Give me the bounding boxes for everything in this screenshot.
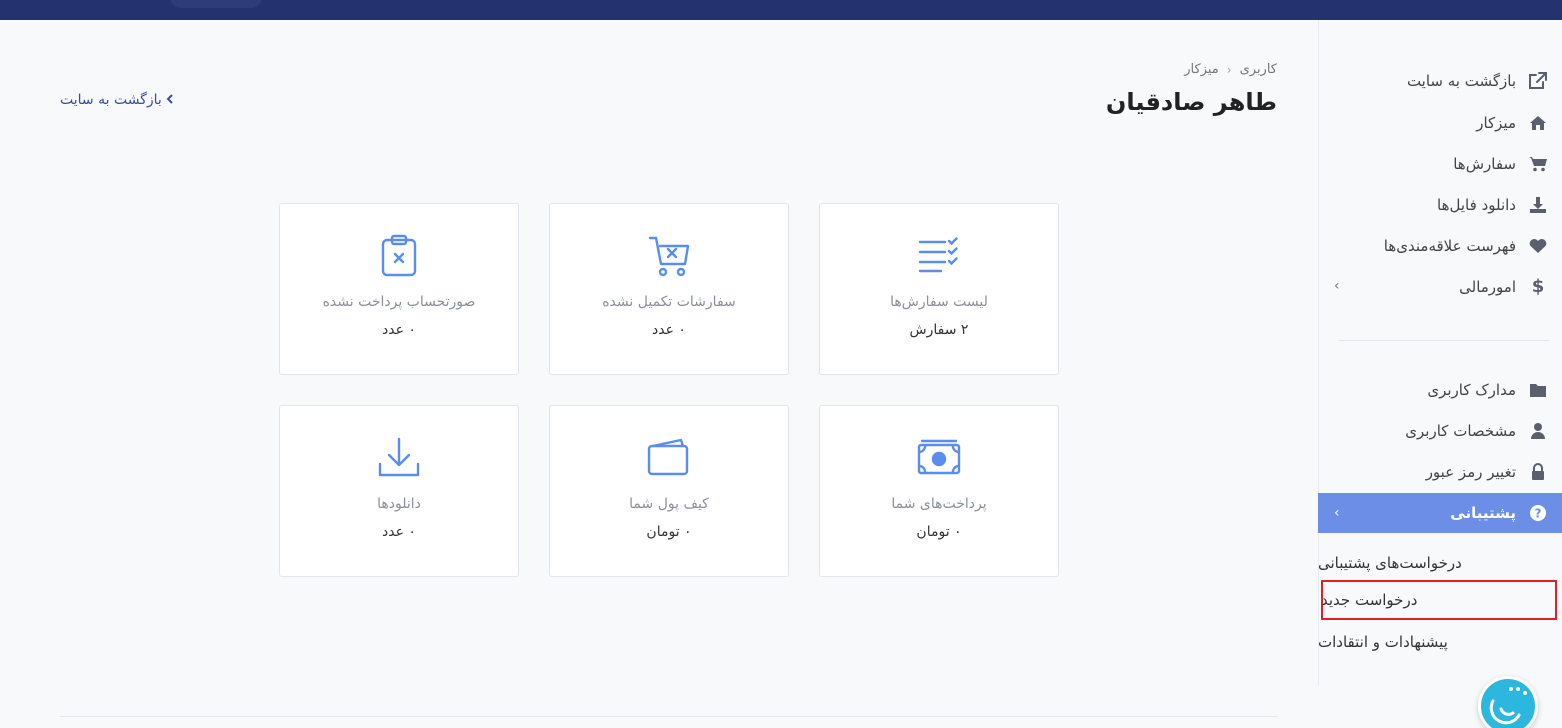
breadcrumb-item-dashboard[interactable]: میزکار [1184, 62, 1219, 77]
top-bar-pill[interactable] [170, 0, 262, 8]
sidebar-item-label: میزکار [1476, 113, 1516, 132]
card-title: صورتحساب پرداخت نشده [322, 294, 476, 310]
page-title: طاهر صادقیان [1105, 88, 1277, 116]
card-wallet[interactable]: کیف پول شما ۰ تومان [549, 405, 789, 577]
breadcrumb-separator: ‹ [1226, 62, 1232, 77]
sidebar-item-documents[interactable]: مدارک کاربری [1318, 369, 1562, 410]
cart-icon [1528, 154, 1548, 174]
money-icon [917, 436, 961, 480]
download-icon [1528, 195, 1548, 215]
breadcrumb: کاربری ‹ میزکار [1184, 62, 1277, 77]
card-title: دانلودها [377, 496, 421, 512]
chevron-left-icon: ‹ [1334, 505, 1340, 521]
sidebar-item-label: امورمالی [1459, 277, 1516, 296]
svg-text:?: ? [1535, 507, 1542, 521]
sidebar-item-orders[interactable]: سفارش‌ها [1318, 143, 1562, 184]
checklist-icon [917, 234, 961, 278]
sidebar-subitem-new-request[interactable]: درخواست جدید [1321, 580, 1557, 620]
sidebar: بازگشت به سایت میزکار سفارش‌ها دانلود فا… [1318, 20, 1562, 686]
chevron-left-icon: ‹ [1334, 278, 1340, 294]
lock-icon [1528, 462, 1548, 482]
card-downloads[interactable]: دانلودها ۰ عدد [279, 405, 519, 577]
sidebar-item-label: فهرست علاقه‌مندی‌ها [1383, 236, 1516, 255]
sidebar-item-label: بازگشت به سایت [1406, 71, 1516, 90]
card-title: کیف پول شما [629, 496, 709, 512]
wallet-icon [647, 436, 691, 480]
sidebar-item-change-password[interactable]: تغییر رمز عبور [1318, 451, 1562, 492]
sidebar-item-label: پشتیبانی [1450, 504, 1516, 522]
clipboard-x-icon [377, 234, 421, 278]
card-value: ۰ عدد [652, 322, 686, 338]
sidebar-item-label: تغییر رمز عبور [1425, 462, 1516, 481]
sidebar-item-wishlist[interactable]: فهرست علاقه‌مندی‌ها [1318, 225, 1562, 266]
card-incomplete-orders[interactable]: سفارشات تکمیل نشده ۰ عدد [549, 203, 789, 375]
card-title: لیست سفارش‌ها [890, 294, 988, 310]
card-unpaid-invoices[interactable]: صورتحساب پرداخت نشده ۰ عدد [279, 203, 519, 375]
user-icon [1528, 421, 1548, 441]
home-icon [1528, 113, 1548, 133]
sidebar-subitem-support-requests[interactable]: درخواست‌های پشتیبانی [1318, 543, 1562, 583]
card-title: سفارشات تکمیل نشده [602, 294, 736, 310]
sidebar-item-downloads[interactable]: دانلود فایل‌ها [1318, 184, 1562, 225]
sidebar-item-label: دانلود فایل‌ها [1437, 195, 1516, 214]
cart-x-icon [647, 234, 691, 278]
sidebar-item-back-to-site[interactable]: بازگشت به سایت [1318, 60, 1562, 101]
sidebar-item-support[interactable]: ? پشتیبانی ‹ [1318, 493, 1562, 533]
sidebar-item-label: مدارک کاربری [1427, 380, 1516, 399]
sidebar-item-dashboard[interactable]: میزکار [1318, 102, 1562, 143]
top-bar [0, 0, 1562, 20]
sidebar-item-label: سفارش‌ها [1453, 154, 1516, 173]
sidebar-item-profile[interactable]: مشخصات کاربری [1318, 410, 1562, 451]
sidebar-item-label: مشخصات کاربری [1405, 421, 1516, 440]
sidebar-item-finance[interactable]: $ امورمالی ‹ [1318, 266, 1562, 307]
card-value: ۰ عدد [382, 524, 416, 540]
card-title: پرداخت‌های شما [891, 496, 987, 512]
card-your-payments[interactable]: پرداخت‌های شما ۰ تومان [819, 405, 1059, 577]
footer-divider [60, 716, 1278, 717]
sidebar-divider [1339, 340, 1549, 341]
card-value: ۲ سفارش [909, 322, 969, 338]
heart-icon [1528, 236, 1548, 256]
chat-support-icon[interactable] [1478, 676, 1538, 728]
folder-icon [1528, 380, 1548, 400]
chevron-left-icon [166, 93, 174, 107]
card-value: ۰ تومان [916, 524, 962, 540]
card-orders-list[interactable]: لیست سفارش‌ها ۲ سفارش [819, 203, 1059, 375]
back-to-site-link[interactable]: بازگشت به سایت [60, 92, 174, 108]
back-to-site-label: بازگشت به سایت [60, 92, 162, 108]
card-value: ۰ عدد [382, 322, 416, 338]
external-link-icon [1528, 71, 1548, 91]
question-icon: ? [1528, 503, 1548, 523]
breadcrumb-item-user[interactable]: کاربری [1240, 62, 1277, 77]
download-tray-icon [377, 436, 421, 480]
sidebar-subitem-feedback[interactable]: پیشنهادات و انتقادات [1318, 622, 1562, 662]
card-value: ۰ تومان [646, 524, 692, 540]
dollar-icon: $ [1531, 276, 1545, 297]
